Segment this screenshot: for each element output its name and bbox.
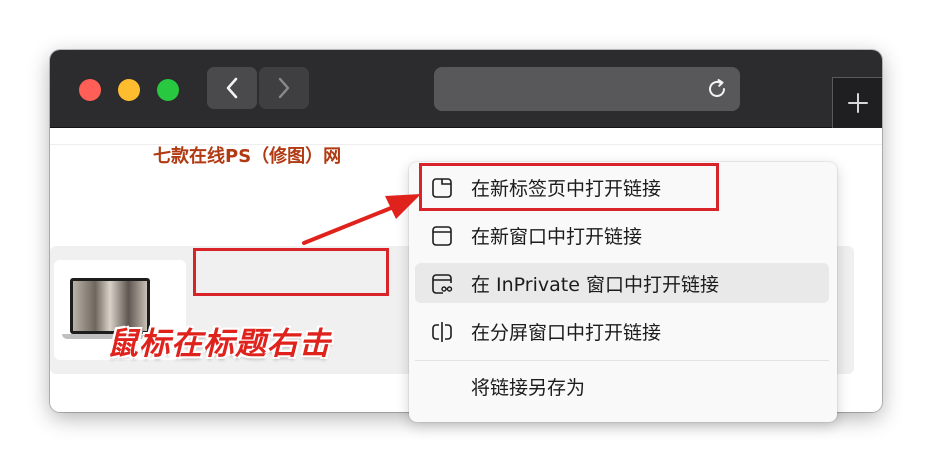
menu-item-label: 在 InPrivate 窗口中打开链接 bbox=[471, 273, 719, 296]
menu-item-open-new-window[interactable]: 在新窗口中打开链接 bbox=[415, 215, 829, 255]
menu-item-open-inprivate[interactable]: 在 InPrivate 窗口中打开链接 bbox=[415, 263, 829, 303]
minimize-window-button[interactable] bbox=[118, 79, 140, 101]
annotation-text: 鼠标在标题右击 bbox=[107, 326, 331, 362]
menu-item-label: 在分屏窗口中打开链接 bbox=[471, 321, 662, 344]
new-window-icon bbox=[432, 226, 452, 246]
menu-item-label: 将链接另存为 bbox=[471, 376, 586, 399]
forward-button[interactable] bbox=[259, 67, 309, 109]
inprivate-window-icon bbox=[432, 274, 453, 294]
chevron-right-icon bbox=[278, 77, 290, 99]
menu-highlight-box bbox=[419, 163, 719, 211]
new-tab-button[interactable] bbox=[832, 77, 882, 128]
title-highlight-box bbox=[193, 248, 389, 296]
menu-item-label: 在新窗口中打开链接 bbox=[471, 225, 643, 248]
back-button[interactable] bbox=[207, 67, 257, 109]
address-bar[interactable] bbox=[434, 67, 740, 111]
zoom-window-button[interactable] bbox=[157, 79, 179, 101]
chevron-left-icon bbox=[226, 77, 238, 99]
menu-item-open-split-screen[interactable]: 在分屏窗口中打开链接 bbox=[415, 311, 829, 351]
close-window-button[interactable] bbox=[79, 79, 101, 101]
split-screen-icon bbox=[432, 322, 452, 342]
plus-icon bbox=[848, 93, 868, 113]
title-bar bbox=[50, 50, 882, 128]
article-title-link[interactable]: 七款在线PS（修图）网 bbox=[153, 137, 341, 177]
menu-separator bbox=[415, 360, 829, 361]
reload-icon[interactable] bbox=[705, 77, 729, 101]
menu-item-save-link-as[interactable]: 将链接另存为 bbox=[415, 366, 829, 406]
